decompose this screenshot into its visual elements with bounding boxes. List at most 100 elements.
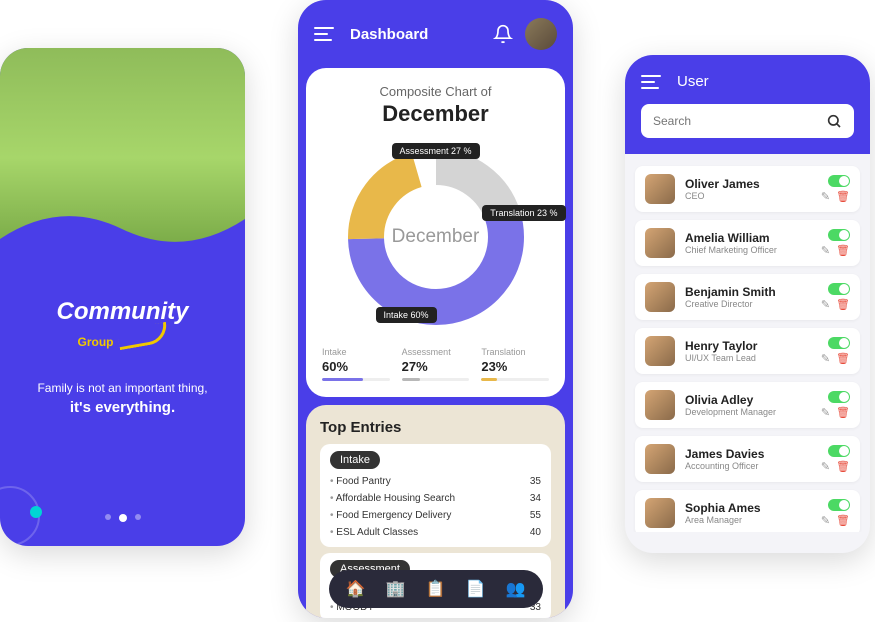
nav-users-icon[interactable]: 👥 [507,580,525,598]
avatar [645,336,675,366]
entry-name: Food Emergency Delivery [330,510,451,521]
user-role: Area Manager [685,515,811,525]
logo-main: Community [57,298,189,325]
entry-name: Food Pantry [330,476,391,487]
entry-value: 55 [530,510,541,521]
user-name: Amelia William [685,231,811,245]
stat-value: 23% [481,359,549,374]
tagline-1: Family is not an important thing, [20,381,225,395]
entry-row[interactable]: Food Pantry 35 [330,473,541,490]
delete-icon[interactable]: 🗑 [836,352,850,365]
edit-icon[interactable]: ✎ [821,514,830,527]
bell-icon[interactable] [493,24,513,44]
search-input[interactable] [653,114,826,128]
nav-building-icon[interactable]: 🏢 [387,580,405,598]
avatar[interactable] [525,18,557,50]
edit-icon[interactable]: ✎ [821,352,830,365]
stat-value: 60% [322,359,390,374]
user-item[interactable]: James DaviesAccounting Officer ✎ 🗑 [635,436,860,482]
toggle-switch[interactable] [828,337,850,349]
user-role: UI/UX Team Lead [685,353,811,363]
entry-name: ESL Adult Classes [330,527,418,538]
toggle-switch[interactable] [828,445,850,457]
user-role: Accounting Officer [685,461,811,471]
delete-icon[interactable]: 🗑 [836,244,850,257]
page-indicator[interactable] [105,514,141,522]
user-item[interactable]: Oliver JamesCEO✎🗑 [635,166,860,212]
nav-home-icon[interactable]: 🏠 [347,580,365,598]
edit-icon[interactable]: ✎ [821,406,830,419]
user-role: Creative Director [685,299,811,309]
edit-icon[interactable]: ✎ [821,244,830,257]
avatar [645,228,675,258]
stat-name: Translation [481,347,549,357]
stat-name: Assessment [402,347,470,357]
user-item[interactable]: Benjamin SmithCreative Director✎🗑 [635,274,860,320]
nav-document-icon[interactable]: 📄 [467,580,485,598]
stat-item: Translation 23% [481,347,549,381]
entries-title: Top Entries [320,419,551,436]
toggle-switch[interactable] [828,175,850,187]
user-name: Olivia Adley [685,393,811,407]
stats-row: Intake 60% Assessment 27% Translation 23% [322,347,549,381]
chart-label-translation: Translation 23 % [482,205,565,221]
dot[interactable] [105,514,111,520]
splash-screen: Community Group Family is not an importa… [0,48,245,546]
entry-value: 40 [530,527,541,538]
toggle-switch[interactable] [828,391,850,403]
toggle-switch[interactable] [828,229,850,241]
user-role: Chief Marketing Officer [685,245,811,255]
dashboard-header: Dashboard [298,0,573,68]
chart-subtitle: Composite Chart of [322,84,549,99]
edit-icon[interactable]: ✎ [821,460,830,473]
group-header: Intake [330,451,380,469]
delete-icon[interactable]: 🗑 [836,406,850,419]
stat-item: Assessment 27% [402,347,470,381]
edit-icon[interactable]: ✎ [821,190,830,203]
delete-icon[interactable]: 🗑 [836,514,850,527]
donut-center-label: December [392,226,480,248]
stat-name: Intake [322,347,390,357]
menu-icon[interactable] [641,75,665,89]
delete-icon[interactable]: 🗑 [836,298,850,311]
entry-value: 34 [530,493,541,504]
menu-icon[interactable] [314,27,338,41]
chart-label-assessment: Assessment 27 % [391,143,479,159]
user-item[interactable]: Sophia AmesArea Manager ✎ 🗑 [635,490,860,532]
search-box[interactable] [641,104,854,138]
dot-active[interactable] [119,514,127,522]
user-name: Sophia Ames [685,501,811,515]
page-title: User [677,73,709,90]
tagline-2: it's everything. [20,399,225,416]
user-role: Development Manager [685,407,811,417]
bottom-nav: 🏠 🏢 📋 📄 👥 [329,570,543,608]
entry-row[interactable]: Affordable Housing Search 34 [330,490,541,507]
toggle-switch[interactable] [828,283,850,295]
nav-clipboard-icon[interactable]: 📋 [427,580,445,598]
user-list: Oliver JamesCEO✎🗑Amelia WilliamChief Mar… [625,154,870,532]
user-item[interactable]: Henry TaylorUI/UX Team Lead✎🗑 [635,328,860,374]
avatar [645,444,675,474]
user-item[interactable]: Amelia WilliamChief Marketing Officer ✎ 🗑 [635,220,860,266]
entry-row[interactable]: ESL Adult Classes 40 [330,524,541,541]
edit-icon[interactable]: ✎ [821,298,830,311]
hero-image [0,48,245,268]
search-icon[interactable] [826,113,842,129]
user-name: James Davies [685,447,811,461]
delete-icon[interactable]: 🗑 [836,190,850,203]
toggle-switch[interactable] [828,499,850,511]
chart-title: December [322,101,549,127]
user-name: Oliver James [685,177,811,191]
stat-item: Intake 60% [322,347,390,381]
logo-sub: Group [78,335,114,349]
stat-value: 27% [402,359,470,374]
entry-name: Affordable Housing Search [330,493,455,504]
dashboard-screen: Dashboard Composite Chart of December De… [298,0,573,618]
user-screen: User Oliver JamesCEO✎🗑Amelia WilliamChie… [625,55,870,553]
delete-icon[interactable]: 🗑 [836,460,850,473]
entry-row[interactable]: Food Emergency Delivery 55 [330,507,541,524]
entry-value: 35 [530,476,541,487]
user-item[interactable]: Olivia AdleyDevelopment Manager ✎ 🗑 [635,382,860,428]
dot[interactable] [135,514,141,520]
chart-label-intake: Intake 60% [376,307,437,323]
